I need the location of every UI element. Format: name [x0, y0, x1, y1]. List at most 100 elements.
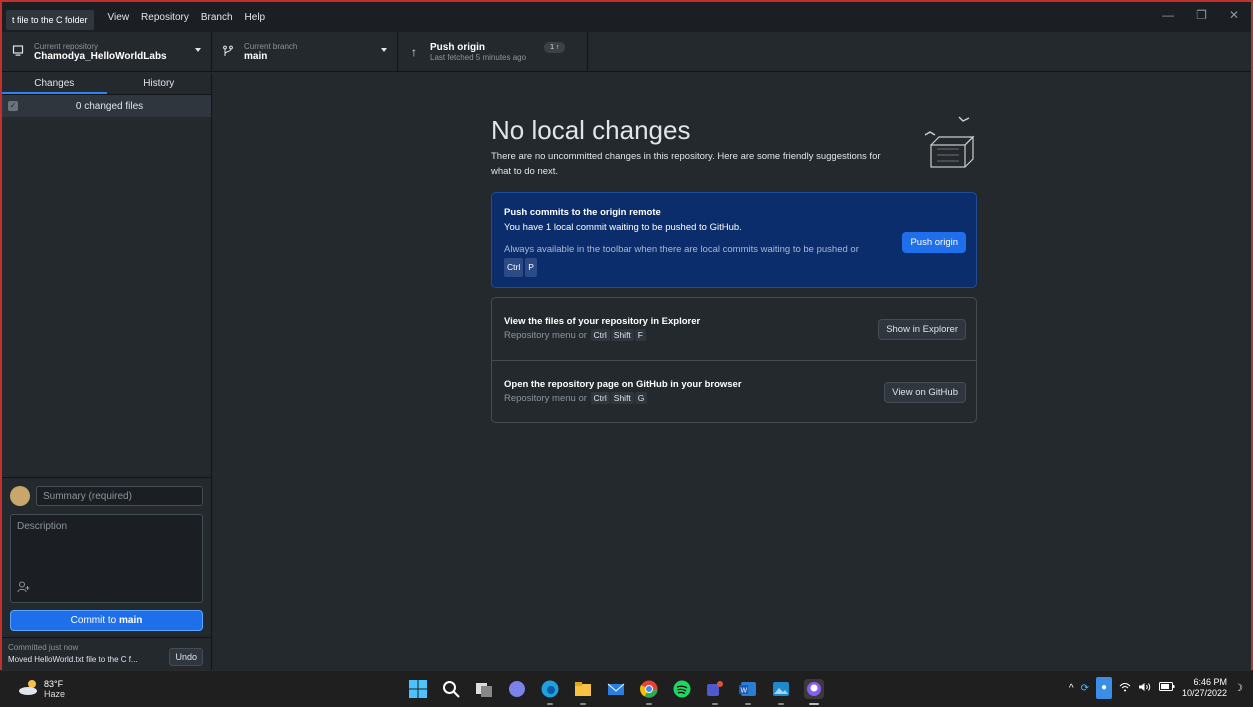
shortcut-key: Shift: [610, 329, 634, 341]
page-title: No local changes: [491, 115, 691, 145]
menu-branch[interactable]: Branch: [195, 12, 239, 23]
photos-icon[interactable]: [771, 679, 791, 705]
weather-widget[interactable]: 83°F Haze: [18, 678, 65, 699]
push-card-hint-text: Always available in the toolbar when the…: [504, 244, 859, 255]
minimize-icon[interactable]: —: [1162, 8, 1174, 22]
chrome-icon[interactable]: [639, 679, 659, 705]
changed-files-count: 0 changed files: [75, 100, 144, 112]
app-window: t file to the C folder View Repository B…: [0, 0, 1253, 707]
running-indicator: [745, 703, 751, 705]
push-commits-card: Push commits to the origin remote You ha…: [491, 192, 977, 288]
commit-button-label: Commit to: [70, 615, 119, 626]
title-bar: t file to the C folder View Repository B…: [2, 2, 1251, 32]
clock[interactable]: 6:46 PM 10/27/2022: [1182, 677, 1227, 699]
menu-bar: View Repository Branch Help: [102, 12, 272, 23]
ahead-count-badge: 1 ↑: [544, 41, 566, 53]
push-card-hint: Always available in the toolbar when the…: [504, 241, 904, 277]
svg-text:W: W: [741, 688, 748, 695]
description-placeholder: Description: [17, 521, 68, 532]
push-origin-card-button[interactable]: Push origin: [902, 232, 966, 253]
changed-files-header: ✓ 0 changed files: [2, 95, 211, 117]
restore-icon[interactable]: ❐: [1196, 8, 1207, 22]
system-tray: ^ ⟳ ● 6:46 PM 10/27/2022 ☽: [1069, 677, 1243, 699]
branch-icon: [220, 45, 236, 60]
show-in-explorer-button[interactable]: Show in Explorer: [878, 319, 966, 340]
taskbar: 83°F Haze W ^ ⟳ ● 6:46 PM 10/27/2022 ☽: [0, 670, 1253, 707]
close-icon[interactable]: ✕: [1229, 8, 1239, 22]
spotify-icon[interactable]: [672, 679, 692, 699]
focus-assist-icon[interactable]: ☽: [1234, 683, 1243, 694]
file-explorer-icon[interactable]: [573, 679, 593, 705]
window-controls: — ❐ ✕: [1162, 8, 1239, 22]
date: 10/27/2022: [1181, 688, 1228, 698]
weather-icon: [18, 678, 40, 699]
menu-view[interactable]: View: [102, 12, 136, 23]
battery-icon[interactable]: [1158, 682, 1175, 694]
tooltip: t file to the C folder: [6, 10, 94, 30]
sync-icon[interactable]: ⟳: [1081, 683, 1089, 694]
tab-changes[interactable]: Changes: [2, 73, 107, 94]
empty-state-illustration-icon: [917, 113, 977, 173]
explorer-suggestion: View the files of your repository in Exp…: [492, 298, 976, 360]
current-repository-button[interactable]: Current repository Chamodya_HelloWorldLa…: [2, 32, 212, 72]
running-indicator: [646, 703, 652, 705]
teams-icon[interactable]: [705, 679, 725, 705]
arrow-up-icon: ↑: [411, 45, 417, 59]
chevron-up-icon[interactable]: ^: [1069, 683, 1074, 694]
undo-button[interactable]: Undo: [169, 648, 203, 666]
shortcut-key: G: [634, 392, 648, 404]
github-suggestion: Open the repository page on GitHub in yo…: [492, 360, 976, 422]
github-desc-text: Repository menu or: [504, 393, 587, 404]
chevron-down-icon: [195, 48, 201, 52]
running-indicator: [809, 703, 819, 705]
search-icon[interactable]: [441, 679, 461, 699]
explorer-desc-text: Repository menu or: [504, 330, 587, 341]
page-subtitle: There are no uncommitted changes in this…: [491, 151, 881, 177]
sidebar-tabs: Changes History: [2, 73, 211, 95]
summary-input[interactable]: Summary (required): [36, 486, 203, 506]
time: 6:46 PM: [1193, 677, 1228, 687]
commit-form: Summary (required) Description Commit to…: [2, 477, 211, 636]
push-card-desc: You have 1 local commit waiting to be pu…: [504, 222, 742, 233]
running-indicator: [580, 703, 586, 705]
tab-history[interactable]: History: [107, 73, 212, 94]
taskbar-apps: W: [408, 679, 824, 705]
task-view-icon[interactable]: [474, 679, 494, 699]
wifi-icon[interactable]: [1119, 682, 1131, 695]
shortcut-key: Ctrl: [590, 329, 610, 341]
word-icon[interactable]: W: [738, 679, 758, 705]
main-panel: No local changes There are no uncommitte…: [213, 73, 1251, 672]
shortcut-key: Shift: [610, 392, 634, 404]
microphone-icon[interactable]: ●: [1095, 677, 1112, 699]
shortcut-key: Ctrl: [504, 258, 524, 277]
commit-button[interactable]: Commit to main: [10, 610, 203, 631]
avatar: [10, 486, 30, 506]
push-origin-title: Push origin: [430, 42, 485, 53]
view-on-github-button[interactable]: View on GitHub: [884, 382, 966, 403]
running-indicator: [712, 703, 718, 705]
last-commit-panel: Committed just now Moved HelloWorld.txt …: [2, 637, 211, 672]
repository-name: Chamodya_HelloWorldLabs: [34, 51, 167, 62]
branch-name: main: [244, 51, 268, 62]
current-repository-label: Current repository: [34, 42, 99, 51]
windows-start-icon[interactable]: [408, 679, 428, 699]
add-coauthor-icon[interactable]: [17, 581, 30, 596]
temperature: 83°F: [44, 678, 64, 689]
running-indicator: [778, 703, 784, 705]
commit-button-branch: main: [119, 615, 143, 626]
push-card-title: Push commits to the origin remote: [504, 207, 661, 218]
current-branch-button[interactable]: Current branch main: [212, 32, 398, 72]
menu-repository[interactable]: Repository: [135, 12, 195, 23]
mail-icon[interactable]: [606, 679, 626, 699]
description-input[interactable]: Description: [10, 514, 203, 603]
weather-condition: Haze: [44, 688, 66, 699]
running-indicator: [547, 703, 553, 705]
edge-icon[interactable]: [540, 679, 560, 705]
toolbar: Current repository Chamodya_HelloWorldLa…: [2, 32, 1251, 72]
github-desktop-icon[interactable]: [804, 679, 824, 705]
push-origin-button[interactable]: ↑ Push origin Last fetched 5 minutes ago…: [398, 32, 588, 72]
volume-icon[interactable]: [1138, 682, 1152, 695]
chat-icon[interactable]: [507, 679, 527, 699]
menu-help[interactable]: Help: [239, 12, 272, 23]
shortcut-key: F: [634, 329, 646, 341]
